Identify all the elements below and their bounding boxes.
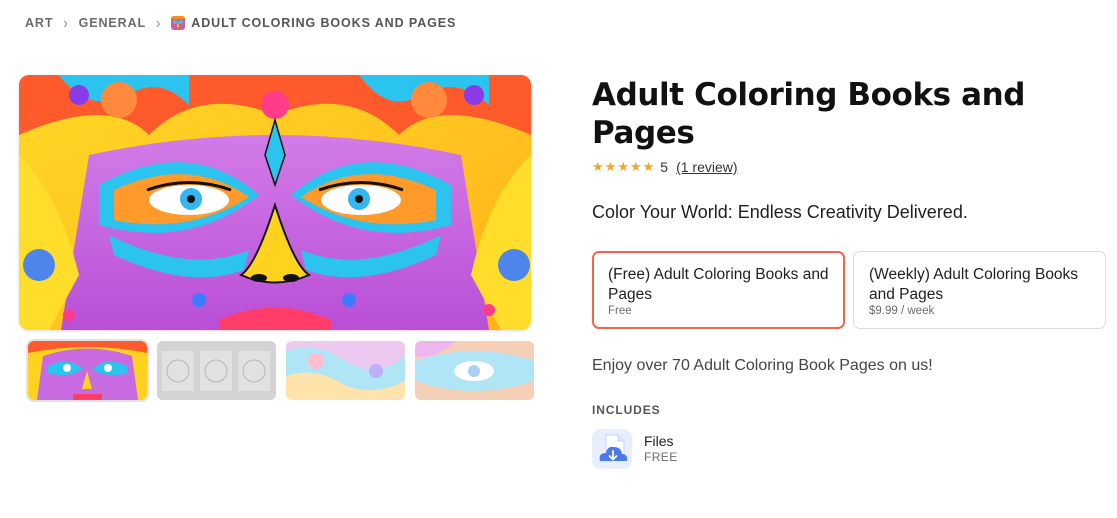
breadcrumb-current-label: ADULT COLORING BOOKS AND PAGES	[191, 15, 457, 30]
plan-price: Free	[608, 305, 632, 317]
review-count-link[interactable]: (1 review)	[676, 159, 737, 175]
gallery-thumbnails	[26, 339, 534, 402]
plan-price: $9.99 / week	[869, 305, 935, 317]
includes-heading: INCLUDES	[592, 403, 661, 417]
rating: ★ ★ ★ ★ ★ 5 (1 review)	[592, 159, 738, 175]
breadcrumb: ART › GENERAL › ADULT COLORING BOOKS AND…	[25, 13, 457, 32]
breadcrumb-art[interactable]: ART	[25, 16, 53, 30]
star-icon: ★	[617, 159, 629, 174]
chevron-right-icon: ›	[63, 13, 69, 32]
plan-option-weekly[interactable]: (Weekly) Adult Coloring Books and Pages …	[853, 251, 1106, 329]
gallery-thumbnail-2[interactable]	[157, 341, 276, 400]
star-icon: ★	[629, 159, 642, 174]
gallery-thumbnail-3[interactable]	[286, 341, 405, 400]
star-rating: ★ ★ ★ ★ ★	[592, 160, 654, 174]
chevron-right-icon: ›	[156, 13, 162, 32]
breadcrumb-current: ADULT COLORING BOOKS AND PAGES	[171, 15, 457, 30]
star-icon: ★	[592, 159, 604, 174]
plan-name: (Free) Adult Coloring Books and Pages	[608, 266, 829, 303]
gallery-thumbnail-1[interactable]	[26, 339, 149, 402]
rating-value: 5	[660, 159, 669, 175]
gallery-thumbnail-4[interactable]	[415, 341, 534, 400]
include-item-files: Files FREE	[592, 429, 678, 469]
star-icon: ★	[604, 159, 617, 174]
plan-name: (Weekly) Adult Coloring Books and Pages	[869, 266, 1079, 303]
product-tagline: Color Your World: Endless Creativity Del…	[592, 202, 968, 222]
include-name: Files	[644, 433, 674, 449]
product-description: Enjoy over 70 Adult Coloring Book Pages …	[592, 357, 933, 374]
cloud-download-icon	[592, 429, 632, 469]
product-thumbnail-icon	[171, 15, 186, 30]
plan-option-free[interactable]: (Free) Adult Coloring Books and Pages Fr…	[592, 251, 845, 329]
product-title: Adult Coloring Books and Pages	[592, 77, 1026, 151]
product-hero-image[interactable]	[19, 75, 531, 330]
star-icon: ★	[642, 159, 655, 174]
breadcrumb-general[interactable]: GENERAL	[79, 16, 146, 30]
include-price: FREE	[644, 450, 678, 464]
